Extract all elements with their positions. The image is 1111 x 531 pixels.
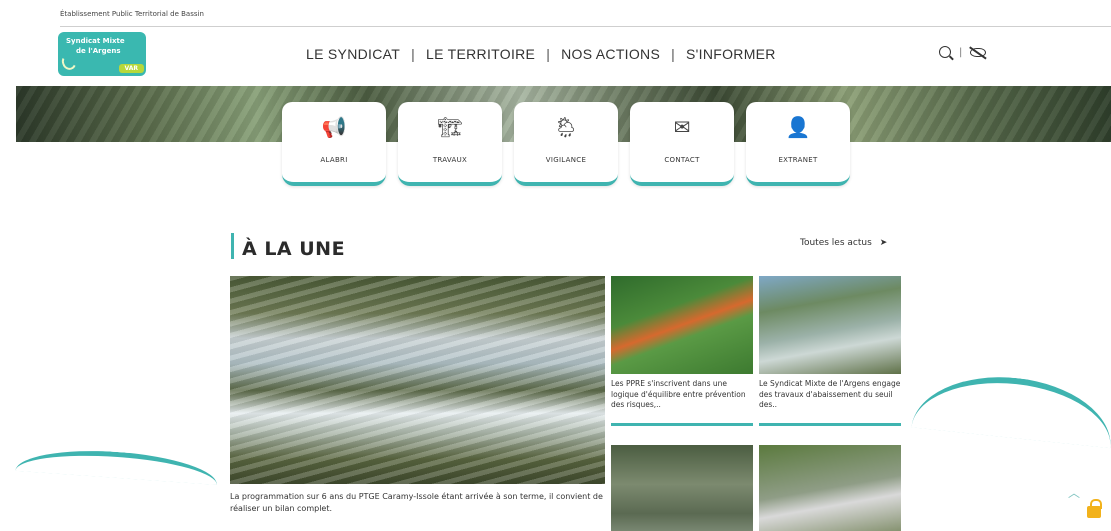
all-news-link[interactable]: Toutes les actus ➤ <box>800 238 887 248</box>
featured-news-image[interactable] <box>230 276 605 484</box>
logo-wave-icon <box>59 52 79 72</box>
logo-line-1: Syndicat Mixte <box>66 37 125 45</box>
quick-link-label: ALABRI <box>320 156 348 164</box>
quick-link-label: TRAVAUX <box>432 156 468 164</box>
quick-link-vigilance[interactable]: 🌦 VIGILANCE <box>514 102 618 186</box>
megaphone-icon: 📢 <box>321 115 347 139</box>
news-card-caption: Le Syndicat Mixte de l'Argens engage des… <box>759 379 901 409</box>
quick-link-travaux[interactable]: 🏗 TRAVAUX <box>398 102 502 186</box>
accessibility-eye-icon[interactable] <box>970 47 987 57</box>
featured-news-caption[interactable]: La programmation sur 6 ans du PTGE Caram… <box>230 491 610 515</box>
top-divider <box>60 26 1111 27</box>
news-card-caption: Les PPRE s'inscrivent dans une logique d… <box>611 379 746 409</box>
mail-icon: ✉ <box>673 115 691 139</box>
news-card-image <box>611 445 753 531</box>
header-tools: | <box>939 46 987 58</box>
news-card[interactable] <box>759 445 901 531</box>
logo-line-2: de l'Argens <box>76 47 121 55</box>
construction-icon: 🏗 <box>437 115 463 139</box>
news-section-title: À LA UNE <box>242 238 346 260</box>
news-card-image <box>611 276 753 374</box>
news-card-image <box>759 445 901 531</box>
user-icon: 👤 <box>785 115 811 139</box>
logo-badge: VAR <box>118 64 144 73</box>
quick-link-label: VIGILANCE <box>545 156 587 164</box>
site-logo[interactable]: Syndicat Mixte de l'Argens VAR <box>58 32 146 76</box>
search-icon[interactable] <box>939 46 951 58</box>
top-label: Établissement Public Territorial de Bass… <box>60 10 204 18</box>
nav-separator: | <box>671 46 676 62</box>
nav-separator: | <box>411 46 415 62</box>
news-card[interactable] <box>611 445 753 531</box>
section-accent-bar <box>231 233 234 259</box>
scroll-up-icon[interactable]: ︿ <box>1068 484 1080 501</box>
quick-link-label: CONTACT <box>664 156 700 164</box>
decorative-wave-right <box>911 367 1111 449</box>
news-card-underline <box>611 423 753 426</box>
arrow-right-icon: ➤ <box>879 238 888 248</box>
nav-item-nos-actions[interactable]: NOS ACTIONS <box>561 46 660 62</box>
lock-icon[interactable] <box>1087 499 1102 518</box>
news-card-image <box>759 276 901 374</box>
nav-item-le-syndicat[interactable]: LE SYNDICAT <box>306 46 400 62</box>
quick-link-label: EXTRANET <box>778 156 818 164</box>
main-nav: LE SYNDICAT | LE TERRITOIRE | NOS ACTION… <box>306 46 776 62</box>
quick-link-alabri[interactable]: 📢 ALABRI <box>282 102 386 186</box>
weather-icon: 🌦 <box>553 115 579 139</box>
quick-link-contact[interactable]: ✉ CONTACT <box>630 102 734 186</box>
news-card-underline <box>759 423 901 426</box>
nav-item-le-territoire[interactable]: LE TERRITOIRE <box>426 46 535 62</box>
tools-separator: | <box>959 46 963 58</box>
nav-separator: | <box>546 46 551 62</box>
all-news-label: Toutes les actus <box>800 238 872 248</box>
quick-link-extranet[interactable]: 👤 EXTRANET <box>746 102 850 186</box>
news-card[interactable]: Les PPRE s'inscrivent dans une logique d… <box>611 276 753 426</box>
nav-item-s-informer[interactable]: S'INFORMER <box>686 46 776 62</box>
decorative-wave-left <box>15 444 219 486</box>
news-card[interactable]: Le Syndicat Mixte de l'Argens engage des… <box>759 276 901 426</box>
